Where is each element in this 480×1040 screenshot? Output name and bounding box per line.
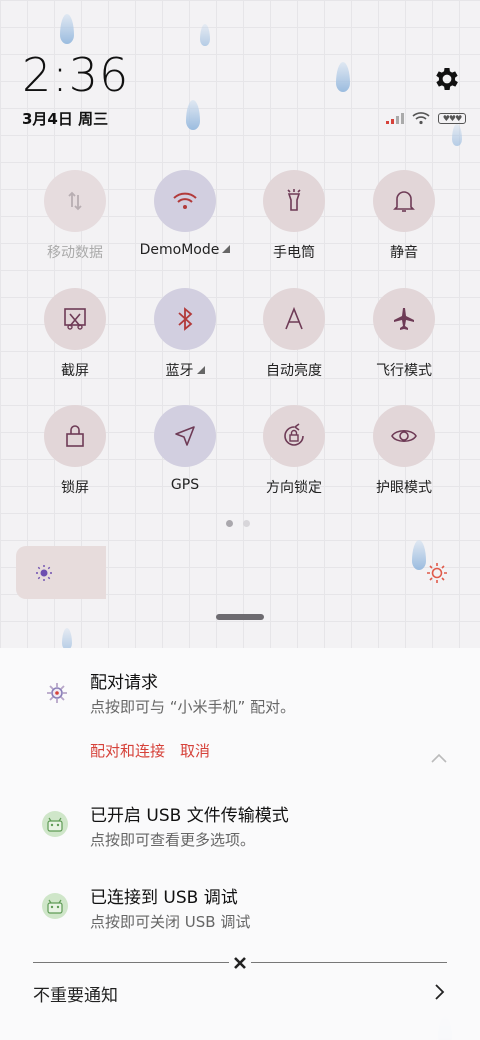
status-icons: ♥♥♥ — [386, 110, 466, 126]
tile-label: 蓝牙 — [165, 363, 194, 379]
tile-flashlight[interactable]: 手电筒 — [239, 170, 349, 262]
clear-all-button[interactable] — [229, 952, 251, 974]
tile-label: 自动亮度 — [266, 363, 322, 379]
tile-gps[interactable]: GPS — [130, 405, 240, 493]
notification-title: 已开启 USB 文件传输模式 — [90, 806, 289, 826]
page-dot — [226, 520, 233, 527]
tile-label: 护眼模式 — [376, 480, 432, 496]
tile-bluetooth[interactable]: 蓝牙 — [130, 288, 240, 380]
tile-label: DemoMode — [139, 242, 220, 258]
pairing-icon — [44, 680, 70, 706]
tile-label: 飞行模式 — [376, 363, 432, 379]
close-icon — [234, 957, 246, 969]
android-icon — [42, 893, 68, 919]
tile-label: 静音 — [390, 245, 418, 261]
tile-lock-screen[interactable]: 锁屏 — [20, 405, 130, 497]
tile-eye-care[interactable]: 护眼模式 — [349, 405, 459, 497]
brightness-high-icon — [427, 563, 447, 583]
notification-body[interactable]: 点按即可与 “小米手机” 配对。 — [90, 696, 295, 717]
flashlight-icon — [263, 170, 325, 232]
lock-icon — [44, 405, 106, 467]
tile-label: 方向锁定 — [266, 480, 322, 496]
raindrop-decoration — [60, 14, 74, 44]
tile-label: 手电筒 — [273, 245, 315, 261]
cancel-button[interactable]: 取消 — [180, 740, 210, 761]
date: 3月4日 周三 — [22, 110, 109, 128]
tile-label: 截屏 — [61, 363, 89, 379]
wifi-icon — [154, 170, 216, 232]
tile-airplane[interactable]: 飞行模式 — [349, 288, 459, 380]
brightness-low-icon — [36, 565, 52, 581]
tile-screenshot[interactable]: 截屏 — [20, 288, 130, 380]
drag-handle[interactable] — [216, 614, 264, 620]
chevron-up-icon[interactable] — [430, 752, 448, 764]
tile-rotation-lock[interactable]: 方向锁定 — [239, 405, 349, 497]
raindrop-decoration — [62, 628, 72, 650]
clock: 2:36 — [22, 48, 130, 102]
pair-connect-button[interactable]: 配对和连接 — [90, 740, 165, 761]
expand-triangle-icon[interactable] — [196, 366, 205, 374]
brightness-slider[interactable] — [16, 546, 466, 599]
notification-title: 配对请求 — [90, 673, 158, 693]
signal-icon — [386, 112, 404, 124]
bell-icon — [373, 170, 435, 232]
brightness-fill — [16, 546, 106, 599]
raindrop-decoration — [200, 24, 210, 46]
rotation-lock-icon — [263, 405, 325, 467]
unimportant-notifications-link[interactable]: 不重要通知 — [33, 981, 118, 1006]
airplane-icon — [373, 288, 435, 350]
notification-body[interactable]: 点按即可查看更多选项。 — [90, 829, 255, 850]
tile-demomode[interactable]: DemoMode — [130, 170, 240, 258]
chevron-right-icon[interactable] — [432, 982, 446, 1002]
page-indicator — [226, 520, 250, 527]
tile-auto-brightness[interactable]: 自动亮度 — [239, 288, 349, 380]
tile-label: 锁屏 — [61, 480, 89, 496]
battery-icon: ♥♥♥ — [438, 112, 466, 124]
bluetooth-icon — [154, 288, 216, 350]
android-icon — [42, 811, 68, 837]
raindrop-decoration — [186, 100, 200, 130]
mobile-data-icon — [44, 170, 106, 232]
notification-title: 已连接到 USB 调试 — [90, 888, 238, 908]
page-dot — [243, 520, 250, 527]
gear-icon[interactable] — [432, 64, 462, 94]
screenshot-icon — [44, 288, 106, 350]
tile-label: GPS — [170, 477, 200, 493]
raindrop-decoration — [452, 124, 462, 146]
tile-label: 移动数据 — [47, 245, 103, 261]
auto-brightness-icon — [263, 288, 325, 350]
expand-triangle-icon[interactable] — [222, 245, 231, 253]
raindrop-decoration — [336, 62, 350, 92]
notification-body[interactable]: 点按即可关闭 USB 调试 — [90, 911, 250, 932]
tile-mobile-data[interactable]: 移动数据 — [20, 170, 130, 262]
wifi-icon — [412, 112, 430, 125]
eye-icon — [373, 405, 435, 467]
tile-mute[interactable]: 静音 — [349, 170, 459, 262]
location-arrow-icon — [154, 405, 216, 467]
